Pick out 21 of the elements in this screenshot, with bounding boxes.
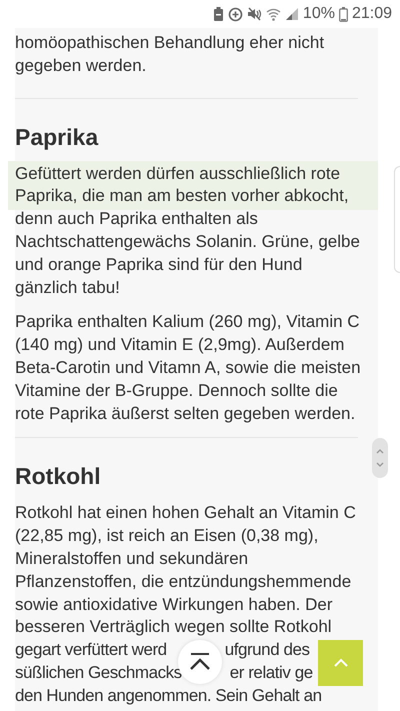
data-saver-icon — [228, 6, 243, 22]
signal-icon — [284, 8, 299, 20]
battery-percentage: 10% — [302, 5, 335, 23]
text-fragment: den Hunden angenommen. Sein Gehalt an — [15, 684, 322, 707]
scroll-top-icon — [189, 653, 211, 671]
paragraph: Paprika enthalten Kalium (260 mg), Vitamin C (140 mg) und Vitamin E (2,9mg). Außerdem Beta-Carotin und Vitamn A, sowie die meisten Vitamine der B-Gruppe. Dennoch sollte die rote Paprika äußerst selten gegeben werden. — [15, 311, 362, 425]
mute-icon — [246, 7, 262, 21]
battery-saver-icon — [212, 7, 224, 21]
text-fragment: süßlichen Geschmacks — [15, 662, 182, 684]
paragraph: homöopathischen Behandlung eher nicht gegeben werden. — [15, 32, 326, 77]
text-fragment: ufgrund des — [224, 639, 310, 662]
text-fragment: er relativ ge — [230, 662, 313, 684]
scroll-handle[interactable] — [372, 438, 388, 478]
section-heading: Rotkohl — [15, 463, 102, 490]
battery-icon — [338, 6, 348, 22]
wifi-icon — [266, 8, 281, 20]
section-heading: Paprika — [15, 124, 100, 151]
clock-time: 21:09 — [352, 5, 392, 23]
paragraph: Gefüttert werden dürfen ausschließlich rote Paprika, die man am besten vorher abkocht, denn auch Paprika enthalten als Nachtschattengewächs Solanin. Grüne, gelbe und orange Paprika sind für den Hund gänzlich tabu! — [15, 162, 361, 299]
chevron-up-icon — [332, 658, 348, 668]
text-fragment: gegart verfüttert werd — [15, 639, 167, 662]
